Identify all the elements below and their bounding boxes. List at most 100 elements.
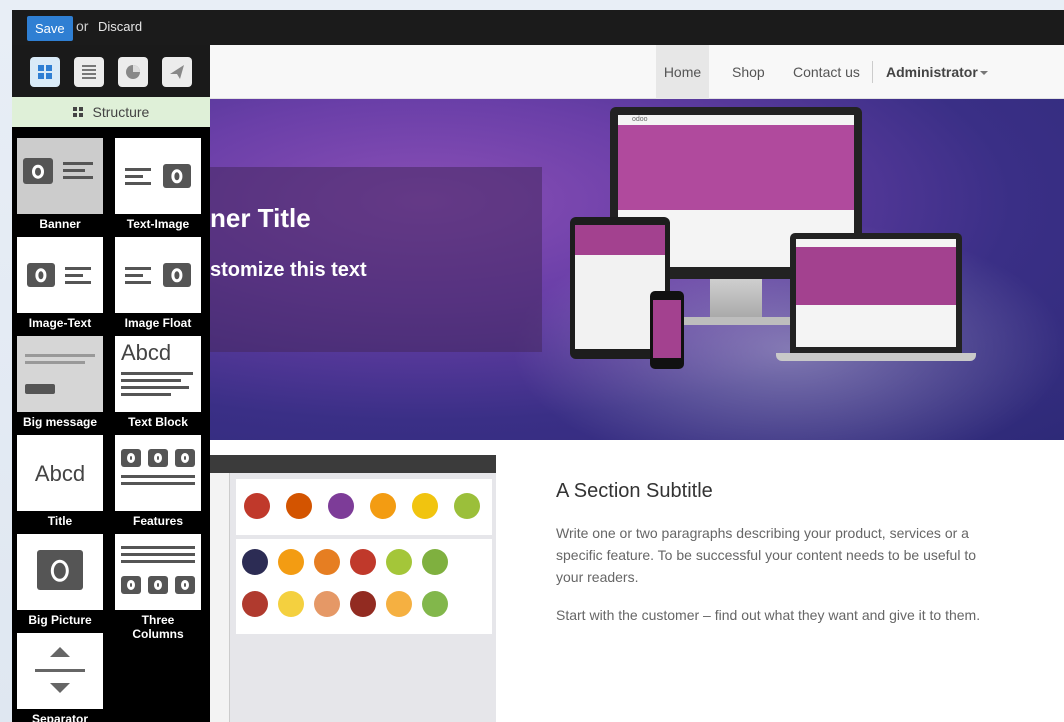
chevron-down-icon — [980, 71, 988, 75]
image-text-thumbnail — [17, 237, 103, 313]
camera-icon — [163, 164, 191, 188]
banner-text[interactable]: stomize this text — [210, 259, 367, 282]
snippet-three-columns[interactable]: Three Columns — [115, 534, 201, 641]
fruit-image — [370, 493, 396, 519]
camera-icon — [121, 576, 141, 594]
camera-icon — [163, 263, 191, 287]
text-lines-icon — [125, 168, 151, 189]
or-label: or — [76, 18, 89, 34]
content-lines-icon — [82, 65, 96, 79]
snippet-text-block[interactable]: Abcd Text Block — [115, 336, 201, 432]
fruit-image — [314, 591, 340, 617]
pos-screenshot-topbar — [210, 455, 496, 473]
fruit-image — [386, 591, 412, 617]
save-button[interactable]: Save — [27, 16, 73, 41]
snippet-label: Image-Text — [28, 316, 92, 330]
nav-contact-us[interactable]: Contact us — [793, 45, 860, 99]
big-message-thumbnail — [17, 336, 103, 412]
section-paragraph[interactable]: Start with the customer – find out what … — [556, 604, 1006, 626]
content-tab[interactable] — [74, 57, 104, 87]
discard-button[interactable]: Discard — [98, 19, 142, 34]
snippet-banner[interactable]: Banner — [17, 138, 103, 234]
snippet-tab-row — [12, 45, 210, 97]
title-thumbnail: Abcd — [17, 435, 103, 511]
nav-separator — [872, 61, 873, 83]
banner-title[interactable]: ner Title — [210, 203, 311, 234]
snippet-label: Big message — [22, 415, 98, 429]
button-shape — [25, 384, 55, 394]
camera-icon — [175, 576, 195, 594]
fruit-image — [350, 591, 376, 617]
camera-icon — [23, 158, 53, 184]
tablet-screen-header — [575, 225, 665, 255]
snippet-image-text[interactable]: Image-Text — [17, 237, 103, 333]
snippet-separator[interactable]: Separator — [17, 633, 103, 722]
section-paragraph[interactable]: Write one or two paragraphs describing y… — [556, 522, 1006, 588]
laptop-screen-header — [796, 247, 956, 305]
fruit-image — [412, 493, 438, 519]
editor-topbar: Save or Discard — [12, 10, 1064, 45]
snippet-label: Big Picture — [28, 613, 92, 627]
structure-tab[interactable] — [30, 57, 60, 87]
snippet-label: Text Block — [128, 415, 188, 429]
phone-device-image — [650, 291, 684, 369]
snippet-features[interactable]: Features — [115, 435, 201, 531]
snippet-title[interactable]: Abcd Title — [17, 435, 103, 531]
separator-thumbnail — [17, 633, 103, 709]
desktop-base — [678, 317, 794, 325]
pos-screenshot-image[interactable] — [210, 455, 496, 722]
text-lines-icon — [121, 475, 195, 489]
fruit-image — [278, 591, 304, 617]
text-lines-icon — [65, 267, 91, 288]
structure-section-header: Structure — [12, 97, 210, 127]
desktop-screen-header: odoo — [618, 115, 854, 125]
three-columns-thumbnail — [115, 534, 201, 610]
snippet-label: Separator — [31, 712, 89, 722]
nav-shop[interactable]: Shop — [732, 45, 765, 99]
thumb-sample-text: Abcd — [34, 461, 86, 486]
effects-tab[interactable] — [162, 57, 192, 87]
banner-section[interactable]: ner Title stomize this text odoo — [210, 99, 1064, 440]
fruit-grid-bottom — [236, 539, 492, 634]
content-section: A Section Subtitle Write one or two para… — [210, 440, 1064, 722]
fruit-image — [454, 493, 480, 519]
features-thumbnail — [115, 435, 201, 511]
thumb-sample-text: Abcd — [121, 340, 172, 365]
fruit-image — [242, 591, 268, 617]
desktop-stand — [710, 279, 762, 319]
effects-send-icon — [170, 65, 184, 79]
camera-icon — [121, 449, 141, 467]
text-lines-icon — [25, 354, 95, 368]
fruit-image — [278, 549, 304, 575]
camera-icon — [175, 449, 195, 467]
big-picture-thumbnail — [17, 534, 103, 610]
section-subtitle[interactable]: A Section Subtitle — [556, 480, 713, 503]
feature-tab[interactable] — [118, 57, 148, 87]
laptop-base — [776, 353, 976, 361]
fruit-image — [328, 493, 354, 519]
snippet-text-image[interactable]: Text-Image — [115, 138, 201, 234]
fruit-image — [286, 493, 312, 519]
image-float-thumbnail — [115, 237, 201, 313]
camera-icon — [148, 576, 168, 594]
fruit-image — [422, 591, 448, 617]
snippet-big-message[interactable]: Big message — [17, 336, 103, 432]
text-lines-icon — [121, 372, 193, 400]
user-menu[interactable]: Administrator — [886, 45, 978, 99]
banner-thumbnail — [17, 138, 103, 214]
text-block-thumbnail: Abcd — [115, 336, 201, 412]
text-lines-icon — [121, 546, 195, 567]
snippet-label: Title — [47, 514, 73, 528]
nav-home[interactable]: Home — [656, 45, 709, 99]
fruit-image — [386, 549, 412, 575]
pos-screenshot-sidebar — [210, 473, 230, 722]
site-navbar: Home Shop Contact us Administrator — [210, 45, 1064, 99]
text-image-thumbnail — [115, 138, 201, 214]
laptop-device-image — [790, 233, 962, 353]
camera-icon — [148, 449, 168, 467]
text-lines-icon — [125, 267, 151, 288]
snippet-image-float[interactable]: Image Float — [115, 237, 201, 333]
fruit-image — [242, 549, 268, 575]
snippet-big-picture[interactable]: Big Picture — [17, 534, 103, 630]
snippet-label: Text-Image — [126, 217, 190, 231]
